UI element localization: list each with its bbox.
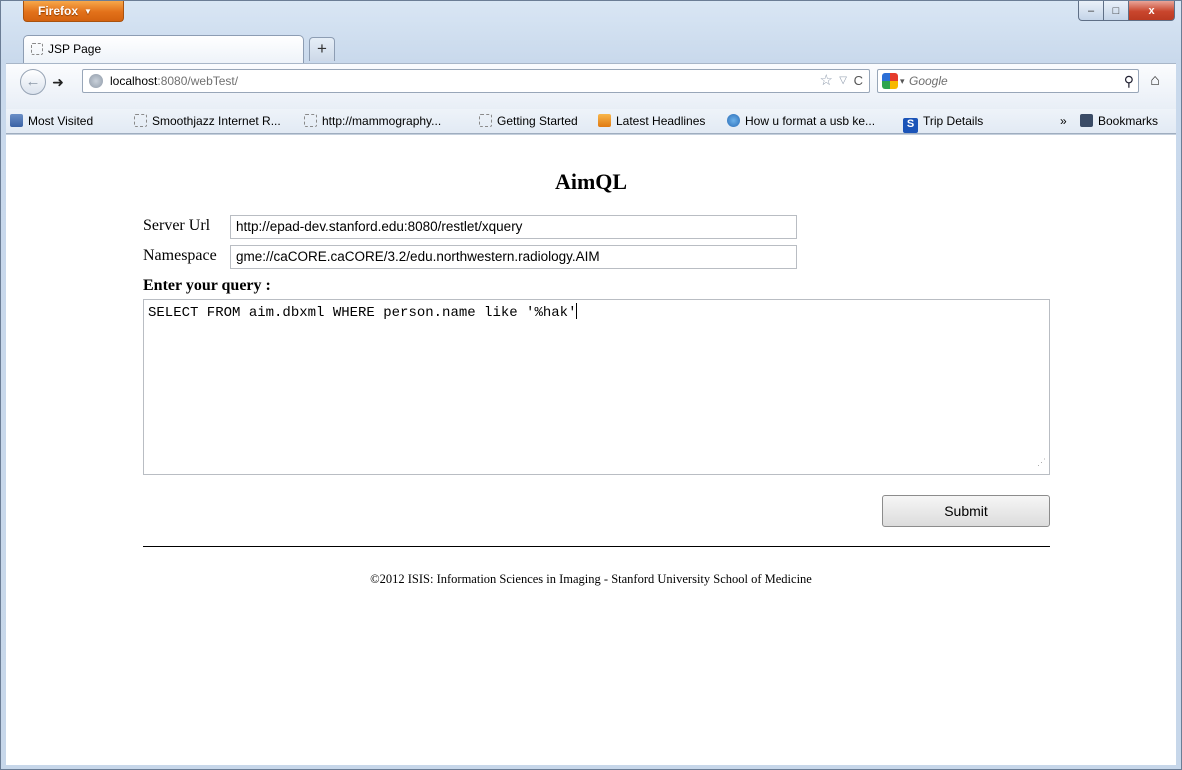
server-url-label: Server Url bbox=[143, 217, 211, 234]
url-host: localhost bbox=[110, 74, 158, 88]
title-bar: Firefox ▼ – □ x bbox=[1, 1, 1181, 33]
text-caret bbox=[576, 303, 578, 319]
back-forward-group: ← ➜ bbox=[20, 69, 90, 95]
bookmark-smoothjazz[interactable]: Smoothjazz Internet R... bbox=[134, 109, 281, 133]
bookmarks-menu-button[interactable]: Bookmarks bbox=[1080, 109, 1158, 133]
hand-icon bbox=[727, 114, 740, 127]
bookmarks-star-icon bbox=[1080, 114, 1093, 127]
bookmark-star-icon[interactable]: ☆ bbox=[820, 70, 833, 92]
bookmark-most-visited[interactable]: Most Visited bbox=[10, 109, 93, 133]
query-text: SELECT FROM aim.dbxml WHERE person.name … bbox=[148, 305, 577, 321]
search-engine-dropdown-icon[interactable]: ▾ bbox=[900, 70, 905, 92]
google-icon[interactable] bbox=[882, 73, 898, 89]
minimize-button[interactable]: – bbox=[1078, 1, 1104, 21]
search-icon[interactable]: ⚲ bbox=[1124, 70, 1134, 92]
bookmark-label: http://mammography... bbox=[322, 114, 442, 128]
bookmark-trip-details[interactable]: S Trip Details bbox=[903, 109, 983, 133]
bookmark-label: How u format a usb ke... bbox=[745, 114, 876, 128]
s-icon: S bbox=[903, 118, 918, 133]
firefox-menu-label: Firefox bbox=[38, 4, 79, 18]
divider bbox=[143, 546, 1050, 547]
url-text: localhost:8080/webTest/ bbox=[110, 70, 238, 92]
site-identity-icon[interactable] bbox=[89, 74, 103, 88]
tab-strip: JSP Page + bbox=[23, 35, 823, 63]
page-icon bbox=[31, 43, 43, 55]
rss-icon bbox=[598, 114, 611, 127]
most-visited-icon bbox=[10, 114, 23, 127]
search-placeholder: Google bbox=[909, 74, 948, 88]
bookmark-label: Trip Details bbox=[923, 114, 984, 128]
home-button[interactable]: ⌂ bbox=[1142, 69, 1168, 93]
url-bar[interactable]: localhost:8080/webTest/ ☆ ▽ C bbox=[82, 69, 870, 93]
firefox-menu-button[interactable]: Firefox ▼ bbox=[23, 1, 124, 22]
tab-jsp-page[interactable]: JSP Page bbox=[23, 35, 304, 63]
page-title: AimQL bbox=[554, 169, 628, 194]
namespace-label: Namespace bbox=[143, 247, 217, 264]
bookmarks-overflow-button[interactable]: » bbox=[1060, 109, 1067, 133]
bookmark-label: Latest Headlines bbox=[616, 114, 706, 128]
new-tab-button[interactable]: + bbox=[309, 37, 335, 61]
resize-grip-icon[interactable]: ⋰ bbox=[1037, 453, 1046, 473]
window-controls: – □ x bbox=[1078, 1, 1175, 21]
back-arrow-icon: ← bbox=[25, 73, 41, 90]
reload-icon[interactable]: C bbox=[854, 70, 863, 92]
server-url-input[interactable]: http://epad-dev.stanford.edu:8080/restle… bbox=[230, 215, 797, 239]
tab-label: JSP Page bbox=[48, 42, 102, 56]
search-bar[interactable]: ▾ Google ⚲ bbox=[877, 69, 1139, 93]
chevron-down-icon: ▼ bbox=[84, 7, 92, 16]
forward-arrow-icon: ➜ bbox=[52, 74, 64, 90]
query-label: Enter your query : bbox=[143, 277, 271, 294]
bookmarks-menu-label: Bookmarks bbox=[1098, 114, 1159, 128]
url-path: :8080/webTest/ bbox=[157, 74, 239, 88]
home-icon: ⌂ bbox=[1150, 72, 1160, 89]
page-icon bbox=[134, 114, 147, 127]
page-icon bbox=[479, 114, 492, 127]
namespace-input[interactable]: gme://caCORE.caCORE/3.2/edu.northwestern… bbox=[230, 245, 797, 269]
page-icon bbox=[304, 114, 317, 127]
footer-copyright: ©2012 ISIS: Information Sciences in Imag… bbox=[370, 572, 812, 586]
bookmark-mammography[interactable]: http://mammography... bbox=[304, 109, 441, 133]
url-dropdown-icon[interactable]: ▽ bbox=[839, 70, 847, 92]
maximize-button[interactable]: □ bbox=[1104, 1, 1129, 21]
chevron-double-right-icon: » bbox=[1060, 114, 1067, 128]
bookmark-latest-headlines[interactable]: Latest Headlines bbox=[598, 109, 705, 133]
page-content: AimQL Server Url http://epad-dev.stanfor… bbox=[6, 134, 1176, 765]
back-button[interactable]: ← bbox=[20, 69, 46, 95]
bookmark-label: Most Visited bbox=[28, 114, 94, 128]
forward-button[interactable]: ➜ bbox=[47, 72, 69, 92]
bookmark-label: Getting Started bbox=[497, 114, 578, 128]
bookmark-label: Smoothjazz Internet R... bbox=[152, 114, 281, 128]
bookmarks-toolbar: Most Visited Smoothjazz Internet R... ht… bbox=[6, 109, 1176, 134]
close-window-button[interactable]: x bbox=[1129, 1, 1175, 21]
submit-button[interactable]: Submit bbox=[882, 495, 1050, 527]
navigation-bar: ← ➜ localhost:8080/webTest/ ☆ ▽ C ▾ Goog… bbox=[6, 63, 1176, 110]
browser-window: Firefox ▼ – □ x JSP Page + ← ➜ localhost:… bbox=[0, 0, 1182, 770]
bookmark-getting-started[interactable]: Getting Started bbox=[479, 109, 578, 133]
query-textarea[interactable]: SELECT FROM aim.dbxml WHERE person.name … bbox=[143, 299, 1050, 475]
bookmark-how-u-format[interactable]: How u format a usb ke... bbox=[727, 109, 875, 133]
